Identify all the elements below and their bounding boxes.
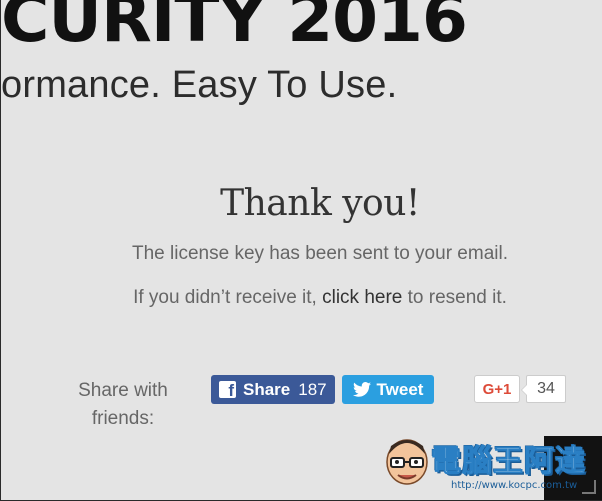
watermark: 電腦王阿達 http://www.kocpc.com.tw	[373, 428, 602, 500]
hero-tagline: ormance. Easy To Use.	[1, 64, 398, 106]
facebook-icon	[219, 381, 236, 401]
watermark-url: http://www.kocpc.com.tw	[451, 480, 578, 491]
resend-message: If you didn’t receive it, click here to …	[1, 287, 602, 309]
share-label-line2: friends:	[91, 408, 155, 429]
mascot-face-icon	[386, 439, 428, 485]
thank-you-heading: Thank you!	[220, 183, 420, 224]
gplus-count: 34	[521, 375, 566, 403]
facebook-share-label: Share	[243, 379, 291, 399]
resend-suffix: to resend it.	[402, 287, 507, 308]
page-frame: CURITY 2016 ormance. Easy To Use. Thank …	[0, 0, 602, 501]
resend-prefix: If you didn’t receive it,	[133, 287, 323, 308]
share-label: Share with friends:	[61, 377, 185, 433]
resend-link[interactable]: click here	[322, 287, 402, 308]
watermark-text: 電腦王阿達	[431, 444, 586, 480]
gplus-button[interactable]: G+1	[474, 375, 520, 403]
twitter-bird-icon	[352, 382, 371, 397]
facebook-share-button[interactable]: Share 187	[211, 375, 335, 404]
tweet-label: Tweet	[376, 379, 424, 399]
license-sent-message: The license key has been sent to your em…	[132, 243, 508, 264]
hero-title: CURITY 2016	[1, 0, 468, 57]
tweet-button[interactable]: Tweet	[342, 375, 434, 404]
facebook-share-count: 187	[298, 379, 327, 399]
share-label-line1: Share with	[78, 380, 168, 401]
